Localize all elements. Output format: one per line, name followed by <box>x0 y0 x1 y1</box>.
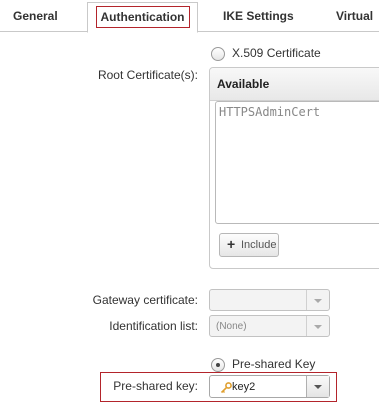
chevron-down-icon <box>314 299 322 303</box>
tab-label: General <box>13 9 58 23</box>
identification-list-select[interactable]: (None) <box>209 315 330 337</box>
gateway-certificate-label: Gateway certificate: <box>92 293 198 307</box>
chevron-down-icon <box>314 325 322 329</box>
tab-ike-settings[interactable]: IKE Settings <box>223 2 294 30</box>
pre-shared-key-label: Pre-shared key: <box>113 379 198 393</box>
tab-authentication[interactable]: Authentication <box>87 2 198 33</box>
tab-bar: General Authentication IKE Settings Virt… <box>0 0 379 33</box>
x509-certificate-radio[interactable] <box>211 47 225 61</box>
identification-list-value: (None) <box>216 321 247 332</box>
pre-shared-key-option-label: Pre-shared Key <box>232 357 316 371</box>
available-certificates-list[interactable]: HTTPSAdminCert <box>215 101 379 224</box>
include-button[interactable]: + Include <box>219 233 279 257</box>
x509-certificate-label: X.509 Certificate <box>232 46 321 60</box>
tab-virtual[interactable]: Virtual <box>336 2 373 30</box>
pre-shared-key-value: key2 <box>232 381 256 393</box>
gateway-certificate-select[interactable] <box>209 289 330 311</box>
plus-icon: + <box>227 236 236 252</box>
root-certificates-label: Root Certificate(s): <box>97 68 198 82</box>
tab-label: IKE Settings <box>223 9 294 23</box>
tab-label: Authentication <box>95 6 190 28</box>
pre-shared-key-select[interactable]: key2 <box>209 375 330 398</box>
include-button-label: Include <box>241 239 277 251</box>
panel-header: Available <box>210 68 379 101</box>
list-item[interactable]: HTTPSAdminCert <box>219 105 320 119</box>
key-icon <box>220 382 232 394</box>
dropdown-toggle <box>306 316 329 336</box>
chevron-down-icon <box>314 385 322 389</box>
dropdown-toggle <box>306 376 329 397</box>
tab-general[interactable]: General <box>13 2 58 30</box>
tab-label: Virtual <box>336 9 374 23</box>
identification-list-label: Identification list: <box>109 319 198 333</box>
pre-shared-key-radio[interactable] <box>211 358 225 372</box>
dropdown-toggle <box>306 290 329 310</box>
